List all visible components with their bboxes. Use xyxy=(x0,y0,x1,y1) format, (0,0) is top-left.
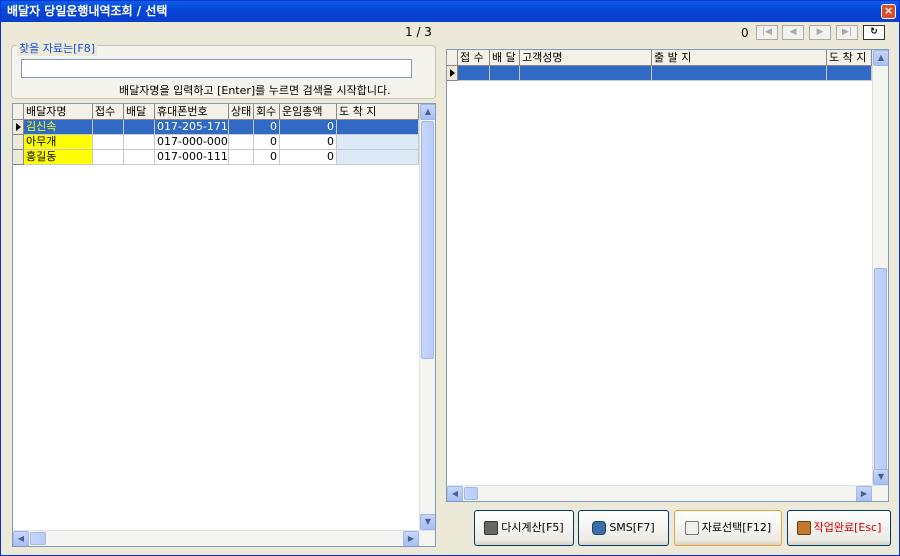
page-indicator: 1 / 3 xyxy=(405,25,432,39)
driver-grid[interactable]: 배달자명 접수 배달 휴대폰번호 상태 회수 운임총액 도 착 지 김신속 01… xyxy=(12,103,436,547)
col-header-dest[interactable]: 도 착 지 xyxy=(337,104,419,120)
main-window: 배달자 당일운행내역조회 / 선택 × 1 / 3 0 |◀ ◀ ▶ ▶| ↻ … xyxy=(0,0,900,556)
table-cell-count[interactable]: 0 xyxy=(254,150,280,165)
done-button-label: 작업완료[Esc] xyxy=(813,521,882,534)
col-header-total[interactable]: 운임총액 xyxy=(280,104,337,120)
refresh-icon[interactable]: ↻ xyxy=(863,25,885,40)
col-header-deliv[interactable]: 배달 xyxy=(124,104,155,120)
col-header-phone[interactable]: 휴대폰번호 xyxy=(155,104,229,120)
first-record-icon[interactable]: |◀ xyxy=(756,25,778,40)
scroll-right-icon[interactable]: ▶ xyxy=(403,531,419,546)
select-data-button[interactable]: 자료선택[F12] xyxy=(674,510,782,546)
close-icon[interactable]: × xyxy=(881,4,896,19)
table-cell-name[interactable]: 홍길동 xyxy=(24,150,93,165)
row-indicator[interactable] xyxy=(13,120,24,135)
table-cell[interactable] xyxy=(520,66,652,81)
current-row-icon xyxy=(450,69,455,77)
prev-record-icon[interactable]: ◀ xyxy=(782,25,804,40)
nav-record-count: 0 xyxy=(741,26,749,40)
scroll-thumb[interactable] xyxy=(874,268,887,470)
window-title: 배달자 당일운행내역조회 / 선택 xyxy=(7,4,168,18)
col-header-origin[interactable]: 출 발 지 xyxy=(652,50,827,66)
table-cell-count[interactable]: 0 xyxy=(254,120,280,135)
col-header-customer[interactable]: 고객성명 xyxy=(520,50,652,66)
left-grid-vscrollbar[interactable]: ▲ ▼ xyxy=(419,104,435,530)
next-record-icon[interactable]: ▶ xyxy=(809,25,831,40)
col-header-recv[interactable]: 접 수 xyxy=(458,50,490,66)
recalc-button[interactable]: 다시계산[F5] xyxy=(474,510,574,546)
sms-button[interactable]: SMS[F7] xyxy=(578,510,669,546)
left-grid-hscrollbar[interactable]: ◀ ▶ xyxy=(13,530,435,546)
table-cell-dest[interactable] xyxy=(337,150,419,165)
table-cell-state[interactable] xyxy=(229,120,254,135)
col-header-name[interactable]: 배달자명 xyxy=(24,104,93,120)
col-header-state[interactable]: 상태 xyxy=(229,104,254,120)
table-cell-total[interactable]: 0 xyxy=(280,150,337,165)
right-grid-hscrollbar[interactable]: ◀ ▶ xyxy=(447,485,888,501)
title-bar: 배달자 당일운행내역조회 / 선택 × xyxy=(1,1,899,22)
table-cell-deliv[interactable] xyxy=(124,120,155,135)
select-data-button-label: 자료선택[F12] xyxy=(701,521,772,534)
scroll-down-icon[interactable]: ▼ xyxy=(873,469,888,485)
table-cell-name[interactable]: 김신속 xyxy=(24,120,93,135)
table-cell-recv[interactable] xyxy=(93,150,124,165)
table-cell[interactable] xyxy=(652,66,827,81)
scroll-up-icon[interactable]: ▲ xyxy=(873,50,888,66)
scroll-left-icon[interactable]: ◀ xyxy=(447,486,463,501)
row-indicator[interactable] xyxy=(13,135,24,150)
table-cell-dest[interactable] xyxy=(337,135,419,150)
table-cell-deliv[interactable] xyxy=(124,135,155,150)
row-indicator[interactable] xyxy=(13,150,24,165)
last-record-icon[interactable]: ▶| xyxy=(836,25,858,40)
search-group-label: 찾을 자료는[F8] xyxy=(17,40,98,56)
col-header-dest[interactable]: 도 착 지 xyxy=(827,50,872,66)
search-hint: 배달자명을 입력하고 [Enter]를 누르면 검색을 시작합니다. xyxy=(119,84,391,97)
grid-corner xyxy=(13,104,24,120)
table-cell-count[interactable]: 0 xyxy=(254,135,280,150)
table-cell-total[interactable]: 0 xyxy=(280,120,337,135)
col-header-deliv[interactable]: 배 달 xyxy=(490,50,520,66)
document-select-icon xyxy=(684,521,699,535)
table-cell-deliv[interactable] xyxy=(124,150,155,165)
scroll-left-icon[interactable]: ◀ xyxy=(13,531,29,546)
done-button[interactable]: 작업완료[Esc] xyxy=(787,510,891,546)
scroll-down-icon[interactable]: ▼ xyxy=(420,514,435,530)
exit-door-icon xyxy=(796,521,811,535)
table-cell-state[interactable] xyxy=(229,150,254,165)
search-input[interactable] xyxy=(21,59,412,78)
table-cell-recv[interactable] xyxy=(93,135,124,150)
table-cell-recv[interactable] xyxy=(93,120,124,135)
table-cell[interactable] xyxy=(458,66,490,81)
table-cell-phone[interactable]: 017-205-1713 xyxy=(155,120,229,135)
current-row-icon xyxy=(16,123,21,131)
scroll-right-icon[interactable]: ▶ xyxy=(856,486,872,501)
table-cell-name[interactable]: 아무개 xyxy=(24,135,93,150)
delivery-detail-grid[interactable]: 접 수 배 달 고객성명 출 발 지 도 착 지 ▲ ▼ ◀ ▶ xyxy=(446,49,889,502)
table-cell-state[interactable] xyxy=(229,135,254,150)
calculator-icon xyxy=(484,521,499,535)
recalc-button-label: 다시계산[F5] xyxy=(501,521,564,534)
scroll-thumb[interactable] xyxy=(421,121,434,359)
row-indicator[interactable] xyxy=(447,66,458,81)
sms-button-label: SMS[F7] xyxy=(609,521,655,534)
col-header-recv[interactable]: 접수 xyxy=(93,104,124,120)
table-cell-total[interactable]: 0 xyxy=(280,135,337,150)
table-cell-dest[interactable] xyxy=(337,120,419,135)
scroll-up-icon[interactable]: ▲ xyxy=(420,104,435,120)
col-header-count[interactable]: 회수 xyxy=(254,104,280,120)
table-cell-phone[interactable]: 017-000-1111 xyxy=(155,150,229,165)
sms-icon xyxy=(592,521,607,535)
table-cell-phone[interactable]: 017-000-0000 xyxy=(155,135,229,150)
table-cell[interactable] xyxy=(490,66,520,81)
scroll-thumb[interactable] xyxy=(30,532,46,545)
right-grid-vscrollbar[interactable]: ▲ ▼ xyxy=(872,50,888,485)
grid-corner xyxy=(447,50,458,66)
scroll-thumb[interactable] xyxy=(464,487,478,500)
table-cell[interactable] xyxy=(827,66,872,81)
